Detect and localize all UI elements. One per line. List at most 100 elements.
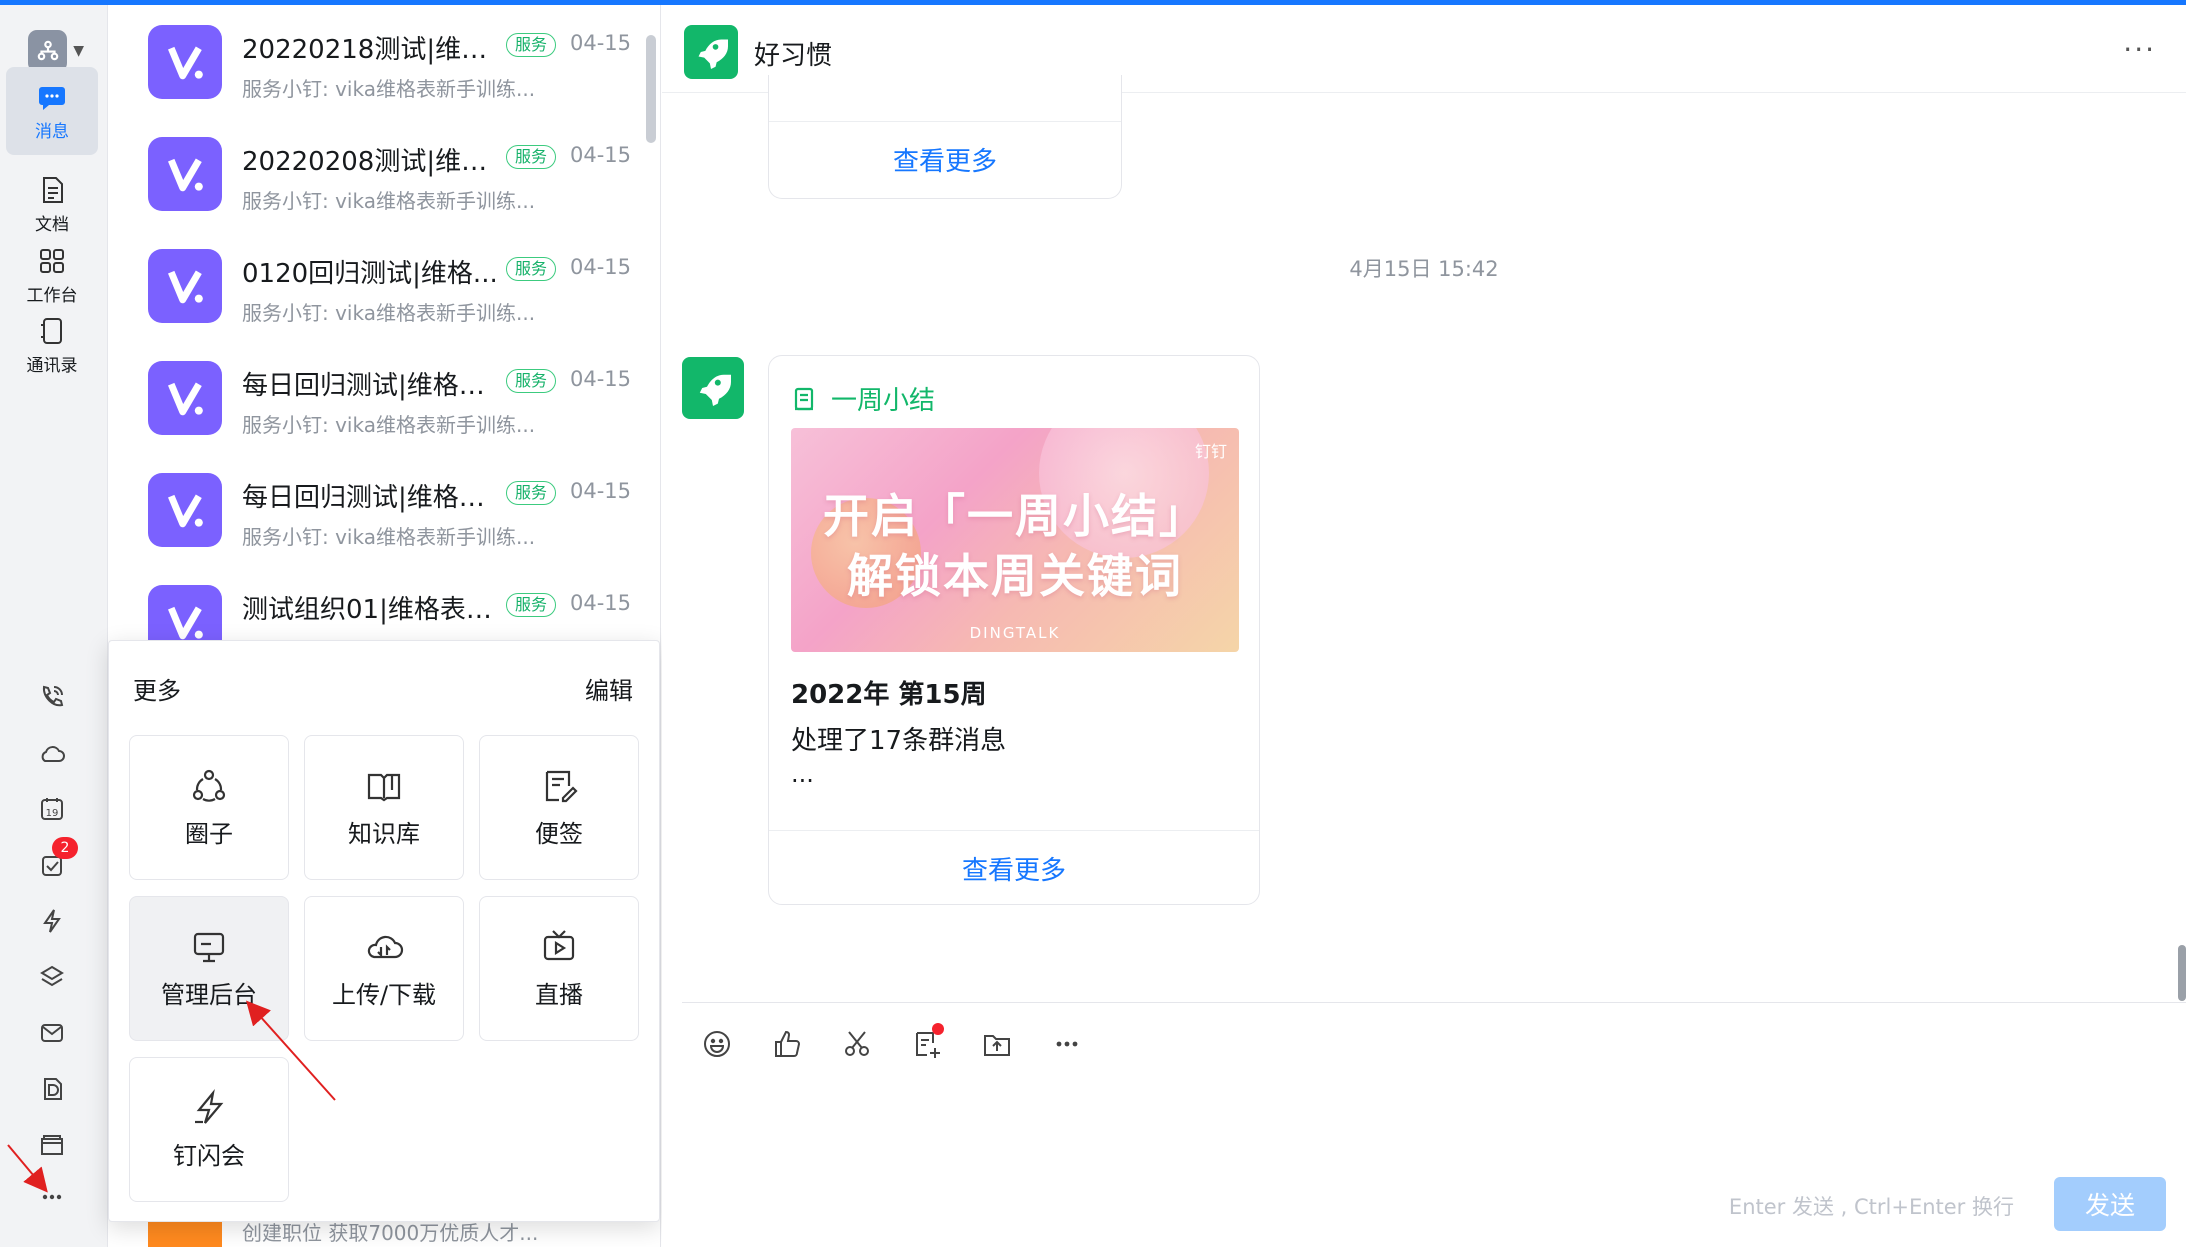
view-more-link[interactable]: 查看更多 <box>769 121 1121 197</box>
vika-logo-icon <box>148 473 222 547</box>
screenshot-button[interactable] <box>822 1021 892 1067</box>
tile-label: 直播 <box>535 981 583 1009</box>
summary-line: 处理了17条群消息 <box>791 726 1007 756</box>
svg-text:19: 19 <box>46 808 59 819</box>
list-item[interactable]: 20220208测试|维格... 服务 04-15 服务小钉: vika维格表新… <box>108 117 648 229</box>
conversation-date: 04-15 <box>570 591 632 615</box>
banner-line-1: 开启「一周小结」 <box>823 489 1207 543</box>
tile-label: 上传/下载 <box>331 981 437 1009</box>
conversation-scrollbar[interactable] <box>646 35 656 143</box>
conversation-title: 20220218测试|维格... <box>242 35 500 65</box>
more-icon[interactable]: ··· <box>2123 33 2156 66</box>
cloud-icon[interactable] <box>30 732 74 776</box>
tile-flash-meeting[interactable]: 钉闪会 <box>129 1057 289 1202</box>
conversation-title: 0120回归测试|维格... <box>242 259 498 289</box>
tile-upload-download[interactable]: 上传/下载 <box>304 896 464 1041</box>
rocket-icon <box>684 25 738 79</box>
calendar-icon[interactable]: 19 <box>30 787 74 831</box>
list-item[interactable]: 每日回归测试|维格表... 服务 04-15 服务小钉: vika维格表新手训练… <box>108 453 648 565</box>
message-timestamp: 4月15日 15:42 <box>1349 257 1499 281</box>
tile-notes[interactable]: 便签 <box>479 735 639 880</box>
cloud-transfer-icon <box>367 935 404 959</box>
dingtalk-brand: 钉钉 <box>1194 442 1227 461</box>
like-button[interactable] <box>752 1021 822 1067</box>
banner-line-2: 解锁本周关键词 <box>847 549 1183 603</box>
document-icon <box>43 176 63 203</box>
phone-icon[interactable] <box>30 675 74 719</box>
conversation-title: 20220208测试|维格... <box>242 147 500 177</box>
contacts-icon <box>41 317 62 344</box>
todo-badge: 2 <box>52 837 78 859</box>
scissors-icon <box>845 1031 869 1056</box>
rail-item-messages[interactable]: 消息 <box>6 67 98 155</box>
tile-label: 管理后台 <box>161 981 257 1009</box>
conversation-preview: 服务小钉: vika维格表新手训练... <box>242 413 536 437</box>
notification-dot <box>932 1023 944 1035</box>
upload-file-icon <box>984 1035 1010 1056</box>
weekly-summary-card: 一周小结 钉钉 开启「一周小结」 解锁本周关键词 DINGTALK 2022年 … <box>768 355 1260 905</box>
emoji-button[interactable] <box>682 1021 752 1067</box>
mail-icon[interactable] <box>30 1011 74 1055</box>
rail-item-contacts[interactable]: 通讯录 <box>6 301 98 389</box>
service-tag: 服务 <box>506 33 557 57</box>
tile-live[interactable]: 直播 <box>479 896 639 1041</box>
left-rail: ▼ 消息 文档 工作台 通讯录 19 2 <box>0 5 108 1247</box>
conversation-preview: 服务小钉: vika维格表新手训练... <box>242 301 536 325</box>
vika-logo-icon <box>148 137 222 211</box>
message-composer[interactable]: Enter 发送 , Ctrl+Enter 换行 发送 <box>682 1002 2186 1247</box>
tile-admin-console[interactable]: 管理后台 <box>129 896 289 1041</box>
send-button[interactable]: 发送 <box>2054 1177 2166 1231</box>
composer-toolbar <box>682 1021 1102 1067</box>
more-dots-icon[interactable] <box>30 1175 74 1219</box>
vika-logo-icon <box>148 25 222 99</box>
edit-button[interactable]: 编辑 <box>585 671 633 706</box>
flash-icon[interactable] <box>30 899 74 943</box>
conversation-date: 04-15 <box>570 143 632 167</box>
workbench-icon <box>40 248 64 273</box>
week-label: 2022年 第15周 <box>791 680 987 710</box>
layers-icon[interactable] <box>30 955 74 999</box>
summary-banner-image: 钉钉 开启「一周小结」 解锁本周关键词 DINGTALK <box>791 428 1239 652</box>
folder-icon[interactable] <box>30 1123 74 1167</box>
circle-group-icon <box>192 769 226 802</box>
chat-title: 好习惯 <box>754 41 833 71</box>
book-icon <box>367 773 401 802</box>
view-more-link[interactable]: 查看更多 <box>769 830 1259 904</box>
service-tag: 服务 <box>506 369 557 393</box>
message-card: 查看更多 <box>768 75 1122 199</box>
tile-label: 圈子 <box>185 820 233 848</box>
more-tools-button[interactable] <box>1032 1021 1102 1067</box>
summary-icon <box>794 387 814 410</box>
conversation-title: 每日回归测试|维格表... <box>242 371 500 401</box>
service-tag: 服务 <box>506 257 557 281</box>
rocket-icon <box>699 374 731 406</box>
list-item[interactable]: 每日回归测试|维格表... 服务 04-15 服务小钉: vika维格表新手训练… <box>108 341 648 453</box>
todo-icon[interactable]: 2 <box>30 837 78 887</box>
service-tag: 服务 <box>506 145 557 169</box>
upload-file-button[interactable] <box>962 1021 1032 1067</box>
tile-knowledge-base[interactable]: 知识库 <box>304 735 464 880</box>
summary-ellipsis: ... <box>791 760 814 788</box>
card-header: 一周小结 <box>791 380 935 417</box>
chevron-down-icon: ▼ <box>73 43 84 59</box>
list-item[interactable]: 20220218测试|维格... 服务 04-15 服务小钉: vika维格表新… <box>108 5 648 117</box>
chat-panel: 好习惯 ··· 查看更多 4月15日 15:42 一周小结 钉钉 开启「一周小结… <box>662 5 2186 1247</box>
service-tag: 服务 <box>506 593 557 617</box>
conversation-title: 测试组织01|维格表服... <box>242 595 500 625</box>
note-add-button[interactable] <box>892 1021 962 1067</box>
chat-scrollbar[interactable] <box>2178 945 2186 1001</box>
conversation-preview: 服务小钉: vika维格表新手训练... <box>242 77 536 101</box>
list-item[interactable]: 0120回归测试|维格... 服务 04-15 服务小钉: vika维格表新手训… <box>108 229 648 341</box>
bot-avatar <box>682 357 744 419</box>
conversation-title: 每日回归测试|维格表... <box>242 483 500 513</box>
emoji-icon <box>704 1031 730 1057</box>
tile-circle[interactable]: 圈子 <box>129 735 289 880</box>
card-header-text: 一周小结 <box>831 386 936 416</box>
tile-label: 知识库 <box>348 820 420 848</box>
conversation-date: 04-15 <box>570 255 632 279</box>
org-icon <box>28 30 68 72</box>
d-doc-icon[interactable] <box>30 1067 74 1111</box>
send-hint: Enter 发送 , Ctrl+Enter 换行 <box>1728 1195 2014 1219</box>
vika-logo-icon <box>148 249 222 323</box>
vika-logo-icon <box>148 361 222 435</box>
